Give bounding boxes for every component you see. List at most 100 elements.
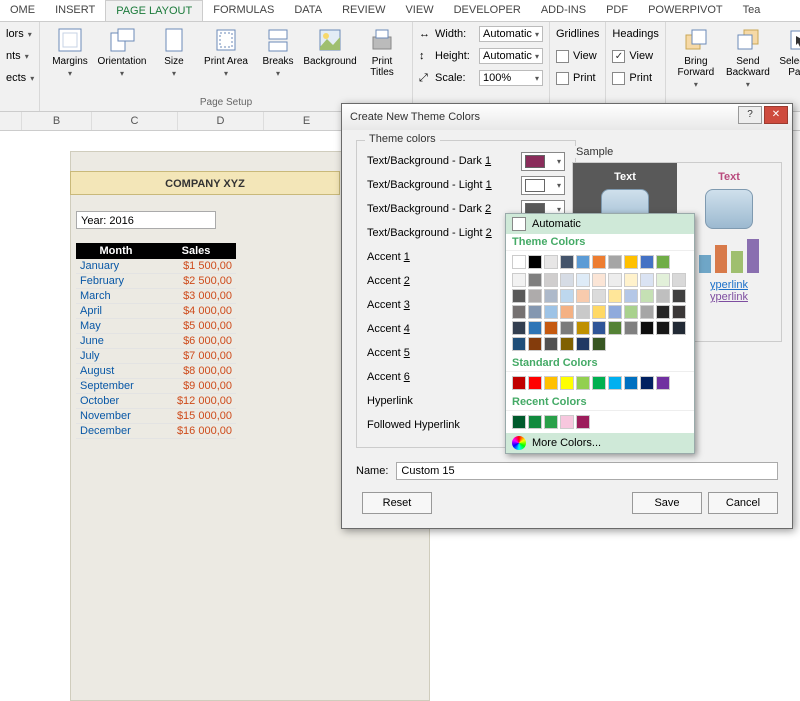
color-swatch[interactable] bbox=[560, 305, 574, 319]
color-swatch[interactable] bbox=[544, 415, 558, 429]
color-swatch[interactable] bbox=[576, 305, 590, 319]
color-swatch[interactable] bbox=[608, 255, 622, 269]
color-swatch[interactable] bbox=[544, 321, 558, 335]
tab-team[interactable]: Tea bbox=[733, 0, 771, 21]
color-swatch[interactable] bbox=[592, 255, 606, 269]
color-swatch[interactable] bbox=[576, 273, 590, 287]
table-row[interactable]: November$15 000,00 bbox=[76, 409, 236, 424]
table-row[interactable]: October$12 000,00 bbox=[76, 394, 236, 409]
more-colors[interactable]: More Colors... bbox=[506, 433, 694, 453]
color-swatch[interactable] bbox=[576, 337, 590, 351]
table-row[interactable]: February$2 500,00 bbox=[76, 274, 236, 289]
color-swatch[interactable] bbox=[592, 305, 606, 319]
color-swatch[interactable] bbox=[656, 321, 670, 335]
close-button[interactable]: ✕ bbox=[764, 106, 788, 124]
table-row[interactable]: March$3 000,00 bbox=[76, 289, 236, 304]
header-month[interactable]: Month bbox=[76, 243, 156, 259]
effects-dropdown[interactable]: ects bbox=[6, 72, 26, 84]
table-row[interactable]: August$8 000,00 bbox=[76, 364, 236, 379]
color-swatch[interactable] bbox=[672, 273, 686, 287]
color-swatch[interactable] bbox=[560, 337, 574, 351]
gridlines-view-checkbox[interactable] bbox=[556, 50, 569, 63]
tab-view[interactable]: VIEW bbox=[395, 0, 443, 21]
color-swatch[interactable] bbox=[624, 376, 638, 390]
title-cell[interactable]: COMPANY XYZ bbox=[70, 171, 340, 195]
color-swatch[interactable] bbox=[656, 273, 670, 287]
color-swatch[interactable] bbox=[656, 289, 670, 303]
col-B[interactable]: B bbox=[22, 112, 92, 130]
col-D[interactable]: D bbox=[178, 112, 264, 130]
headings-print-checkbox[interactable] bbox=[612, 72, 625, 85]
tab-review[interactable]: REVIEW bbox=[332, 0, 395, 21]
headings-view-checkbox[interactable] bbox=[612, 50, 625, 63]
theme-name-input[interactable] bbox=[396, 462, 778, 480]
color-swatch[interactable] bbox=[576, 321, 590, 335]
table-row[interactable]: January$1 500,00 bbox=[76, 259, 236, 274]
header-sales[interactable]: Sales bbox=[156, 243, 236, 259]
tab-powerpivot[interactable]: POWERPIVOT bbox=[638, 0, 733, 21]
fonts-dropdown[interactable]: nts bbox=[6, 50, 21, 62]
color-swatch[interactable] bbox=[672, 305, 686, 319]
table-row[interactable]: July$7 000,00 bbox=[76, 349, 236, 364]
save-button[interactable]: Save bbox=[632, 492, 702, 514]
print-titles-button[interactable]: Print Titles bbox=[358, 24, 406, 80]
breaks-button[interactable]: Breaks▾ bbox=[254, 24, 302, 80]
color-swatch[interactable] bbox=[528, 321, 542, 335]
color-swatch[interactable] bbox=[544, 255, 558, 269]
color-swatch[interactable] bbox=[528, 255, 542, 269]
color-swatch[interactable] bbox=[544, 305, 558, 319]
color-swatch[interactable] bbox=[576, 255, 590, 269]
color-swatch[interactable] bbox=[528, 305, 542, 319]
color-swatch[interactable] bbox=[640, 273, 654, 287]
color-swatch[interactable] bbox=[640, 305, 654, 319]
selection-pane-button[interactable]: Selection Pane bbox=[776, 24, 800, 80]
color-swatch[interactable] bbox=[624, 273, 638, 287]
color-swatch[interactable] bbox=[624, 255, 638, 269]
scale-spinner[interactable]: 100%▾ bbox=[479, 70, 543, 86]
gridlines-print-checkbox[interactable] bbox=[556, 72, 569, 85]
color-swatch[interactable] bbox=[656, 376, 670, 390]
tab-data[interactable]: DATA bbox=[284, 0, 332, 21]
height-select[interactable]: Automatic▾ bbox=[479, 48, 543, 64]
table-row[interactable]: May$5 000,00 bbox=[76, 319, 236, 334]
color-swatch[interactable] bbox=[512, 415, 526, 429]
color-swatch[interactable] bbox=[544, 289, 558, 303]
color-swatch[interactable] bbox=[592, 376, 606, 390]
color-swatch[interactable] bbox=[576, 289, 590, 303]
color-swatch[interactable] bbox=[608, 321, 622, 335]
color-swatch[interactable] bbox=[512, 337, 526, 351]
size-button[interactable]: Size▾ bbox=[150, 24, 198, 80]
color-swatch[interactable] bbox=[560, 415, 574, 429]
color-swatch-dropdown[interactable]: ▾ bbox=[521, 176, 565, 195]
color-swatch[interactable] bbox=[608, 273, 622, 287]
color-swatch[interactable] bbox=[512, 273, 526, 287]
color-swatch[interactable] bbox=[624, 305, 638, 319]
col-E[interactable]: E bbox=[264, 112, 350, 130]
cancel-button[interactable]: Cancel bbox=[708, 492, 778, 514]
color-swatch[interactable] bbox=[672, 321, 686, 335]
color-swatch[interactable] bbox=[640, 376, 654, 390]
color-swatch[interactable] bbox=[528, 376, 542, 390]
table-row[interactable]: December$16 000,00 bbox=[76, 424, 236, 439]
color-swatch[interactable] bbox=[544, 376, 558, 390]
tab-formulas[interactable]: FORMULAS bbox=[203, 0, 284, 21]
reset-button[interactable]: Reset bbox=[362, 492, 432, 514]
color-swatch[interactable] bbox=[560, 321, 574, 335]
color-swatch[interactable] bbox=[640, 255, 654, 269]
color-swatch[interactable] bbox=[576, 415, 590, 429]
color-swatch[interactable] bbox=[592, 289, 606, 303]
color-swatch[interactable] bbox=[512, 255, 526, 269]
color-swatch[interactable] bbox=[544, 337, 558, 351]
tab-insert[interactable]: INSERT bbox=[45, 0, 105, 21]
margins-button[interactable]: Margins▾ bbox=[46, 24, 94, 80]
color-swatch[interactable] bbox=[592, 321, 606, 335]
width-select[interactable]: Automatic▾ bbox=[479, 26, 543, 42]
tab-page-layout[interactable]: PAGE LAYOUT bbox=[105, 0, 203, 21]
print-area-button[interactable]: Print Area▾ bbox=[202, 24, 250, 80]
table-row[interactable]: June$6 000,00 bbox=[76, 334, 236, 349]
color-swatch[interactable] bbox=[544, 273, 558, 287]
color-swatch[interactable] bbox=[656, 305, 670, 319]
color-swatch[interactable] bbox=[560, 255, 574, 269]
table-row[interactable]: April$4 000,00 bbox=[76, 304, 236, 319]
color-swatch[interactable] bbox=[528, 289, 542, 303]
